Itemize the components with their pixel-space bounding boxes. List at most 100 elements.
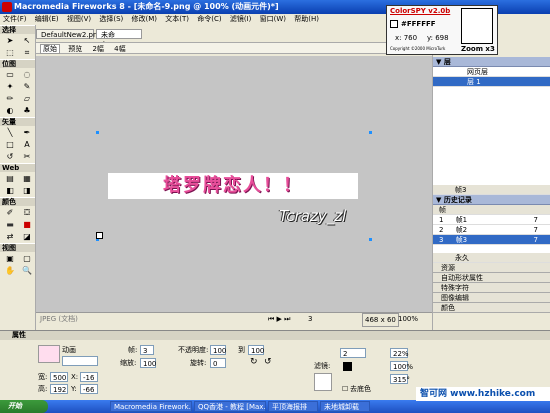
layer-web[interactable]: 网页层	[433, 67, 550, 77]
scale-field[interactable]: 100	[140, 358, 156, 368]
zoom-tool-icon[interactable]: 🔍	[19, 265, 35, 276]
brush-tool-icon[interactable]: ✎	[19, 81, 35, 92]
menu-filters[interactable]: 滤镜(I)	[230, 15, 252, 23]
filters-list[interactable]	[314, 373, 332, 391]
view-2up-tab[interactable]: 2幅	[90, 45, 105, 53]
pointer-tool-icon[interactable]: ➤	[2, 35, 18, 46]
opacity-to-field[interactable]: 100	[248, 345, 264, 355]
pencil-tool-icon[interactable]: ✏	[2, 93, 18, 104]
view-original-tab[interactable]: 原始	[40, 44, 60, 54]
frame-row-3[interactable]: 3 帧3 7	[433, 235, 550, 245]
layers-panel-header[interactable]: ▼ 层	[433, 57, 550, 67]
panel-colors[interactable]: 颜色	[433, 303, 550, 313]
rectangle-tool-icon[interactable]: □	[2, 139, 18, 150]
slice-tool-icon[interactable]: ▦	[19, 173, 35, 184]
angle-field[interactable]: 315°	[390, 374, 410, 384]
menu-file[interactable]: 文件(F)	[3, 15, 27, 23]
selection-handle[interactable]	[369, 131, 372, 134]
scale-tool-icon[interactable]: ⬚	[2, 47, 18, 58]
knife-tool-icon[interactable]: ✂	[19, 151, 35, 162]
hand-tool-icon[interactable]: ✋	[2, 265, 18, 276]
rubber-stamp-icon[interactable]: ♣	[19, 105, 35, 116]
menu-text[interactable]: 文本(T)	[165, 15, 189, 23]
animation-symbol-icon[interactable]	[96, 232, 103, 239]
rotate-cw-icon[interactable]: ↻	[250, 357, 258, 367]
pen-tool-icon[interactable]: ✒	[19, 127, 35, 138]
menu-select[interactable]: 选择(S)	[99, 15, 123, 23]
frame-row-2[interactable]: 2 帧2 7	[433, 225, 550, 235]
doc-tab-untitled-9[interactable]: 未命名-9.png*	[96, 29, 142, 49]
width-label: 宽:	[38, 373, 48, 381]
lasso-tool-icon[interactable]: ◌	[19, 69, 35, 80]
hide-slices-icon[interactable]: ◧	[2, 185, 18, 196]
colorspy-window[interactable]: ColorSPY v2.0b #FFFFFF x: 760 y: 698 Cop…	[386, 5, 498, 55]
menu-window[interactable]: 窗口(W)	[260, 15, 286, 23]
swap-colors-icon[interactable]: ⇄	[2, 231, 18, 242]
frames-field[interactable]: 3	[140, 345, 154, 355]
start-button[interactable]: 开始	[0, 400, 48, 413]
magic-wand-icon[interactable]: ✦	[2, 81, 18, 92]
opacity-from-field[interactable]: 100	[210, 345, 226, 355]
default-colors-icon[interactable]: ◪	[19, 231, 35, 242]
menu-help[interactable]: 帮助(H)	[294, 15, 319, 23]
frames-tab[interactable]: 帧	[433, 205, 550, 215]
blur-tool-icon[interactable]: ◐	[2, 105, 18, 116]
frame-row-1[interactable]: 1 帧1 7	[433, 215, 550, 225]
standard-screen-icon[interactable]: ▣	[2, 253, 18, 264]
distance-field[interactable]: 22%	[390, 348, 409, 358]
frames-loop[interactable]: 永久	[433, 253, 550, 263]
right-panel-dock: ▼ 层 网页层 层 1 帧3 ▼ 历史记录 帧 1 帧1 7 2 帧2 7 3 帧3…	[432, 25, 550, 337]
remove-bg-checkbox[interactable]: ☐	[342, 384, 348, 394]
view-4up-tab[interactable]: 4幅	[112, 45, 127, 53]
panel-special-chars[interactable]: 特殊字符	[433, 283, 550, 293]
line-tool-icon[interactable]: ╲	[2, 127, 18, 138]
freeform-tool-icon[interactable]: ↺	[2, 151, 18, 162]
menu-view[interactable]: 视图(V)	[67, 15, 91, 23]
frame-controls[interactable]: ⏮ ▶ ⏭	[268, 313, 290, 325]
shadow-color-swatch[interactable]	[343, 362, 352, 371]
canvas-area[interactable]: 塔罗牌恋人！！ Tcrazy_zl	[36, 56, 432, 312]
task-uninstall[interactable]: 未地城卸载	[320, 401, 370, 412]
height-field[interactable]: 192	[50, 384, 68, 394]
banner-image[interactable]: 塔罗牌恋人！！	[108, 173, 358, 199]
subselect-tool-icon[interactable]: ↖	[19, 35, 35, 46]
crop-tool-icon[interactable]: ⌗	[19, 47, 35, 58]
stroke-color-swatch[interactable]: ▬	[2, 219, 18, 230]
rotate-ccw-icon[interactable]: ↺	[264, 357, 272, 367]
marquee-tool-icon[interactable]: ▭	[2, 69, 18, 80]
show-slices-icon[interactable]: ◨	[19, 185, 35, 196]
task-qq[interactable]: QQ香港 - 教程 [Max...	[194, 401, 266, 412]
panel-autoshape[interactable]: 自动形状属性	[433, 273, 550, 283]
menu-commands[interactable]: 命令(C)	[197, 15, 221, 23]
width-field[interactable]: 500	[50, 372, 68, 382]
menu-edit[interactable]: 编辑(E)	[35, 15, 59, 23]
fill-color-swatch[interactable]: ■	[19, 219, 35, 230]
view-preview-tab[interactable]: 预览	[66, 45, 84, 53]
x-field[interactable]: -16	[80, 372, 98, 382]
full-screen-icon[interactable]: ▢	[19, 253, 35, 264]
eyedropper-icon[interactable]: ✐	[2, 207, 18, 218]
panel-assets[interactable]: 资源	[433, 263, 550, 273]
task-poster[interactable]: 平顶海报排	[268, 401, 318, 412]
opacity-pct-field[interactable]: 100%	[390, 361, 413, 371]
paint-bucket-icon[interactable]: ⛋	[19, 207, 35, 218]
status-zoom[interactable]: 100%	[398, 313, 418, 325]
task-fireworks[interactable]: Macromedia Firework...	[110, 401, 192, 412]
eraser-tool-icon[interactable]: ▱	[19, 93, 35, 104]
frames-panel-header[interactable]: ▼ 历史记录	[433, 195, 550, 205]
text-tool-icon[interactable]: A	[19, 139, 35, 150]
status-frame: 3	[308, 315, 313, 323]
properties-header[interactable]: 属性	[0, 331, 550, 340]
menu-modify[interactable]: 修改(M)	[132, 15, 158, 23]
y-field[interactable]: -66	[80, 384, 98, 394]
panel-image-edit[interactable]: 图像编辑	[433, 293, 550, 303]
selection-handle[interactable]	[96, 131, 99, 134]
instance-name-field[interactable]	[62, 356, 98, 366]
colorspy-y: y: 698	[427, 34, 449, 42]
selection-handle[interactable]	[369, 238, 372, 241]
layer-1[interactable]: 层 1	[433, 77, 550, 87]
hotspot-tool-icon[interactable]: ▤	[2, 173, 18, 184]
stroke-width-field[interactable]: 2	[340, 348, 366, 358]
rotate-field[interactable]: 0	[210, 358, 226, 368]
doc-tab-defaultnew2[interactable]: DefaultNew2.png*	[36, 29, 105, 39]
